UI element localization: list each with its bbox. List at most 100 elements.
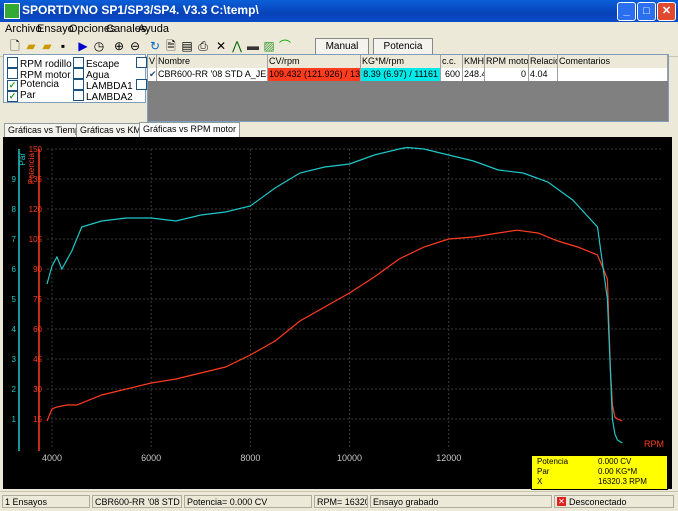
menu-bar: Archivo Ensayo Opciones Canales Ayuda (0, 22, 678, 38)
status-conexion: ✕ Desconectado (554, 495, 674, 508)
dyno-chart[interactable]: 4000 6000 8000 10000 12000 15 30 45 60 75 90 105 120… (3, 137, 672, 489)
status-bar: 1 Ensayos CBR600-RR '08 STD A_JE Potenci… (0, 491, 678, 511)
col-cv[interactable]: CV/rpm (268, 55, 361, 68)
folder-icon[interactable]: ▰ (39, 38, 55, 54)
par-tick-label: 2 (12, 385, 17, 394)
par-tick-label: 8 (12, 205, 17, 214)
stopwatch-icon[interactable]: ◷ (91, 38, 107, 54)
row-rpm: 0 (485, 68, 529, 81)
row-nombre[interactable]: CBR600-RR '08 STD A_JESUS00 (157, 68, 268, 81)
readout-value-par: 0.00 KG*M (598, 467, 638, 476)
table-row[interactable]: ✔ CBR600-RR '08 STD A_JESUS00 109.432 (1… (148, 68, 668, 81)
row-cv: 109.432 (121.926) / 13373 (268, 68, 361, 81)
disconnected-icon: ✕ (557, 497, 566, 506)
x-tick-label: 12000 (436, 453, 461, 463)
potencia-tick-label: 45 (33, 355, 42, 364)
x-axis-label: RPM (644, 439, 664, 449)
potencia-tick-label: 90 (33, 265, 42, 274)
col-rpm[interactable]: RPM motor (485, 55, 529, 68)
tools-icon[interactable]: ✕ (213, 38, 229, 54)
potencia-tick-label: 75 (33, 295, 42, 304)
row-comentarios[interactable] (558, 68, 668, 81)
col-cc[interactable]: c.c. (441, 55, 463, 68)
maximize-button[interactable]: □ (637, 2, 656, 21)
par-tick-label: 7 (12, 235, 17, 244)
row-check[interactable]: ✔ (148, 68, 157, 81)
preview-icon[interactable]: 🗎 (163, 38, 179, 54)
channel-lambda2[interactable]: LAMBDA2 (73, 90, 133, 103)
par-tick-label: 9 (12, 175, 17, 184)
chart-icon[interactable]: ⌒ (277, 38, 293, 54)
x-tick-label: 10000 (337, 453, 362, 463)
checkbox[interactable] (136, 57, 147, 68)
row-relacion: 4.04 (529, 68, 558, 81)
readout-value-x: 16320.3 RPM (598, 477, 647, 486)
par-tick-label: 4 (12, 325, 17, 334)
checkbox-checked[interactable]: ✓ (7, 91, 18, 102)
tab-graficas-vs-rpm-motor[interactable]: Gráficas vs RPM motor (139, 122, 241, 137)
graph-icon[interactable]: ⋀ (229, 38, 245, 54)
checkbox[interactable] (73, 90, 84, 101)
potencia-tick-label: 120 (29, 205, 43, 214)
readout-label-par: Par (537, 467, 550, 476)
menu-ayuda[interactable]: Ayuda (138, 23, 169, 35)
monitor-icon[interactable]: ▬ (245, 38, 261, 54)
potencia-axis-label: Potencia (27, 152, 36, 184)
image-icon[interactable]: ▨ (261, 38, 277, 54)
readout-value-potencia: 0.000 CV (598, 457, 632, 466)
app-icon (4, 3, 20, 19)
status-estado: Ensayo grabado (370, 495, 552, 508)
col-relacion[interactable]: Relació (529, 55, 558, 68)
par-axis-label: Par (18, 153, 27, 166)
checkbox[interactable] (7, 68, 18, 79)
checkbox[interactable] (7, 57, 18, 68)
row-kmh: 248.4 (464, 68, 485, 81)
x-tick-label: 8000 (240, 453, 260, 463)
x-tick-label: 4000 (42, 453, 62, 463)
potencia-tick-label: 30 (33, 385, 42, 394)
status-rpm: RPM= 16320.3 (314, 495, 368, 508)
checkbox[interactable] (73, 68, 84, 79)
channel-panel: RPM rodillo Escape RPM motor Agua ✓ Poten… (3, 54, 147, 103)
row-kgm: 8.39 (6.97) / 11161 (361, 68, 441, 81)
refresh-icon[interactable]: ↻ (147, 38, 163, 54)
readout-label-potencia: Potencia (537, 457, 569, 466)
par-tick-label: 5 (12, 295, 17, 304)
channel-par[interactable]: ✓ Par (7, 90, 36, 102)
series-potencia (46, 229, 623, 422)
zoom-out-icon[interactable]: ⊖ (127, 38, 143, 54)
close-button[interactable]: ✕ (657, 2, 676, 21)
potencia-tick-label: 105 (29, 235, 43, 244)
window-title: SPORTDYNO SP1/SP3/SP4. V3.3 C:\temp\ (22, 3, 259, 17)
col-nombre[interactable]: Nombre (157, 55, 268, 68)
status-conexion-label: Desconectado (569, 497, 627, 507)
potencia-tick-label: 150 (29, 145, 43, 154)
col-comentarios[interactable]: Comentarios (558, 55, 668, 68)
print-preview-icon[interactable]: ▤ (179, 38, 195, 54)
save-icon[interactable]: ▪ (55, 38, 71, 54)
col-kgm[interactable]: KG*M/rpm (361, 55, 441, 68)
title-bar: SPORTDYNO SP1/SP3/SP4. V3.3 C:\temp\ _ □… (0, 0, 678, 22)
par-tick-label: 6 (12, 265, 17, 274)
row-cc: 600 (441, 68, 463, 81)
potencia-tick-label: 15 (33, 415, 42, 424)
print-icon[interactable]: ⎙ (195, 38, 211, 54)
series-par (46, 146, 623, 444)
test-grid: V Nombre CV/rpm KG*M/rpm c.c. KMH RPM mo… (147, 54, 669, 122)
cursor-readout: Potencia 0.000 CV Par 0.00 KG*M X 16320.… (531, 455, 668, 490)
open-icon[interactable]: ▰ (23, 38, 39, 54)
potencia-tick-label: 60 (33, 325, 42, 334)
minimize-button[interactable]: _ (617, 2, 636, 21)
play-icon[interactable]: ▶ (75, 38, 91, 54)
graph-tabs: Gráficas vs Tiempo Gráficas vs KMH Gráfi… (0, 122, 678, 137)
par-tick-label: 3 (12, 355, 17, 364)
chart-svg: 4000 6000 8000 10000 12000153045607590105120… (12, 145, 664, 463)
col-kmh[interactable]: KMH (463, 55, 485, 68)
new-icon[interactable]: 🗋 (7, 38, 23, 54)
status-potencia: Potencia= 0.000 CV (184, 495, 312, 508)
col-v[interactable]: V (148, 55, 157, 68)
zoom-in-icon[interactable]: ⊕ (111, 38, 127, 54)
checkbox[interactable] (73, 57, 84, 68)
checkbox[interactable] (136, 79, 147, 90)
checkbox[interactable] (73, 79, 84, 90)
